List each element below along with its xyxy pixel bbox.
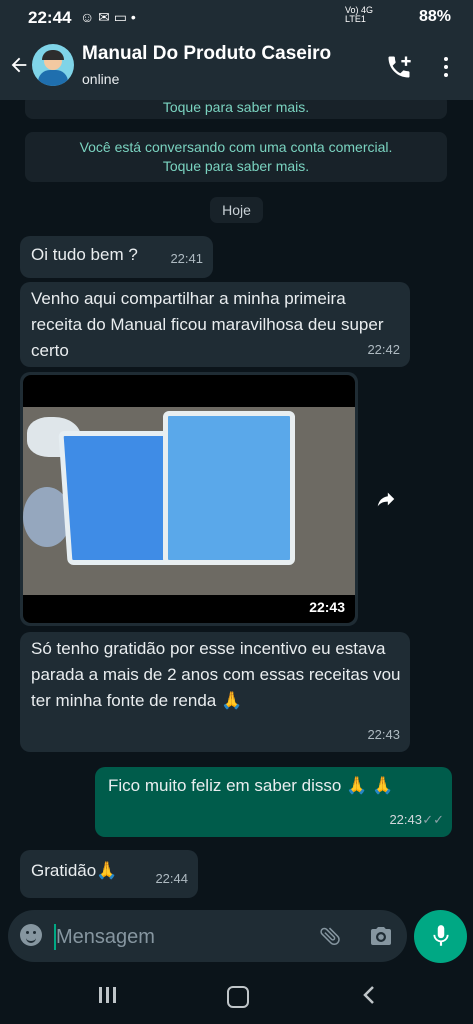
message-time: 22:43 — [309, 599, 345, 615]
contact-name[interactable]: Manual Do Produto Caseiro — [82, 43, 331, 65]
emoji-icon[interactable] — [20, 924, 42, 946]
recents-icon[interactable] — [97, 985, 117, 1005]
home-icon[interactable] — [227, 986, 249, 1008]
notification-icons: ☺ ✉ ▭ • — [80, 9, 136, 25]
message-bubble[interactable]: Oi tudo bem ? 22:41 — [20, 236, 213, 278]
add-call-icon[interactable] — [385, 53, 413, 81]
system-message-partial[interactable]: Toque para saber mais. — [25, 100, 447, 119]
message-text: Oi tudo bem ? — [31, 245, 138, 264]
message-text: Venho aqui compartilhar a minha primeira… — [31, 289, 384, 360]
message-time: 22:43 — [367, 727, 400, 742]
battery-level: 88% — [418, 8, 451, 25]
nav-back-icon[interactable] — [362, 985, 376, 1005]
date-chip: Hoje — [210, 197, 263, 223]
back-arrow-icon[interactable] — [8, 54, 30, 82]
camera-icon[interactable] — [368, 924, 394, 948]
message-text: Só tenho gratidão por esse incentivo eu … — [31, 639, 401, 710]
mic-icon — [433, 925, 449, 946]
message-time: 22:42 — [367, 342, 400, 357]
message-composer — [8, 910, 407, 962]
business-notice-line2: Toque para saber mais. — [162, 158, 310, 174]
read-receipt-icon: ✓✓ — [422, 812, 444, 827]
chat-header: Manual Do Produto Caseiro online — [0, 34, 473, 100]
message-input[interactable] — [54, 922, 288, 952]
share-icon[interactable] — [373, 488, 399, 514]
message-bubble[interactable]: Só tenho gratidão por esse incentivo eu … — [20, 632, 410, 752]
status-time: 22:44 — [28, 8, 72, 27]
message-bubble[interactable]: Gratidão🙏 22:44 — [20, 850, 198, 898]
message-time: 22:44 — [155, 871, 188, 886]
attach-icon[interactable] — [318, 923, 342, 949]
network-bottom: LTE1 — [344, 14, 366, 24]
business-account-notice[interactable]: Você está conversando com uma conta come… — [25, 132, 447, 182]
message-time: 22:41 — [170, 251, 203, 266]
status-bar: 22:44 ☺ ✉ ▭ • Vo) 4G LTE1 88% — [0, 0, 473, 34]
message-text: Gratidão🙏 — [31, 861, 118, 880]
avatar[interactable] — [32, 44, 74, 86]
message-bubble-outgoing[interactable]: Fico muito feliz em saber disso 🙏 🙏 22:4… — [95, 767, 452, 837]
video-message[interactable]: 22:43 — [20, 372, 358, 626]
more-options-icon[interactable] — [438, 55, 454, 79]
message-time: 22:43 — [389, 812, 422, 827]
mic-button[interactable] — [414, 910, 467, 963]
message-bubble[interactable]: Venho aqui compartilhar a minha primeira… — [20, 282, 410, 367]
business-notice-line1: Você está conversando com uma conta come… — [79, 139, 393, 155]
chat-area[interactable]: Toque para saber mais. Você está convers… — [0, 100, 473, 908]
network-indicator: Vo) 4G LTE1 — [345, 6, 373, 24]
message-text: Fico muito feliz em saber disso 🙏 🙏 — [108, 776, 394, 795]
system-navigation-bar — [0, 968, 473, 1024]
contact-status: online — [82, 71, 120, 87]
video-thumbnail[interactable]: 22:43 — [23, 375, 355, 623]
